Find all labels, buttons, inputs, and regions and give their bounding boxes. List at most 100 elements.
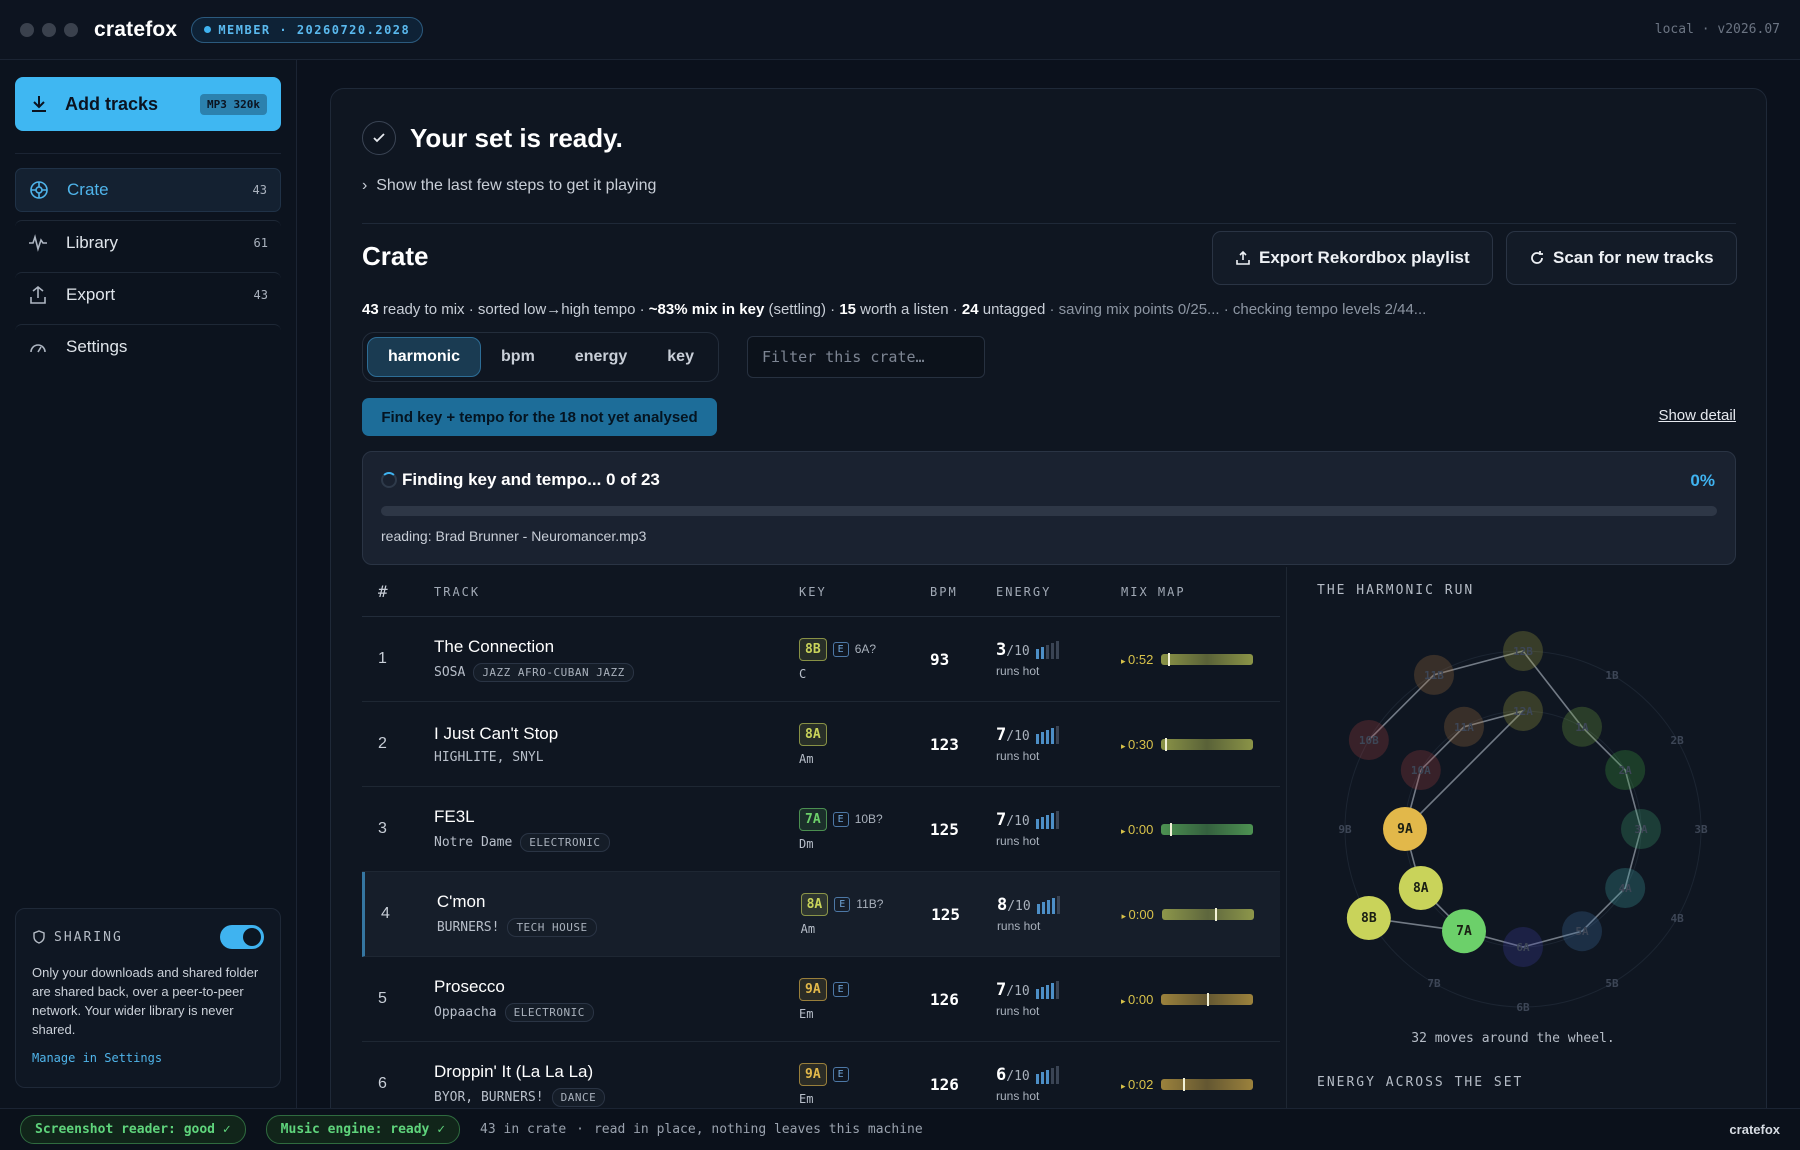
sharing-toggle[interactable] <box>220 925 264 949</box>
wheel-label: 5B <box>1605 977 1619 990</box>
mix-map-bar[interactable] <box>1161 907 1254 921</box>
energy-meter-bar <box>1045 815 1049 829</box>
track-artist-row: BYOR, BURNERS! DANCE <box>434 1087 799 1107</box>
sidebar-item-count: 43 <box>252 183 267 197</box>
key-cell: 8B E 6A? C <box>799 637 930 681</box>
tab-key[interactable]: key <box>647 337 714 377</box>
wheel-ring-inner <box>1404 710 1642 948</box>
mix-time: 0:00 <box>1128 821 1154 837</box>
steps-toggle[interactable]: › Show the last few steps to get it play… <box>362 177 656 195</box>
wheel-label: 8B <box>1361 911 1377 926</box>
sidebar-item-settings[interactable]: Settings <box>15 324 281 368</box>
close-window-button[interactable] <box>20 22 34 37</box>
app-brand: cratefox <box>94 17 178 41</box>
key-row: 8A E 11B? <box>800 892 932 916</box>
screenshot-reader-status[interactable]: Screenshot reader: good ✓ <box>20 1115 246 1144</box>
energy-note: runs hot <box>996 749 1040 763</box>
mix-map-bar[interactable] <box>1161 822 1254 836</box>
sidebar-item-library[interactable]: Library 61 <box>15 220 281 264</box>
track-cell: FE3L Notre Dame ELECTRONIC <box>434 807 799 852</box>
mix-time: 0:00 <box>1128 906 1154 922</box>
section-divider <box>362 223 1736 224</box>
mix-map-bar[interactable] <box>1161 652 1254 666</box>
find-key-tempo-button[interactable]: Find key + tempo for the 18 not yet anal… <box>362 398 717 436</box>
scan-tracks-button[interactable]: Scan for new tracks <box>1506 231 1737 285</box>
key-badge: 8A <box>800 892 829 916</box>
summary-text: worth a listen · <box>856 301 962 318</box>
track-artist-row: HIGHLITE, SNYL <box>434 750 799 765</box>
track-number: 3 <box>378 820 387 837</box>
track-artist-row: Notre Dame ELECTRONIC <box>434 832 799 852</box>
key-cell: 8A E 11B? Am <box>800 892 932 936</box>
mix-point: ▸ 0:30 <box>1121 737 1153 752</box>
wheel-label: 4A <box>1619 882 1633 895</box>
export-rekordbox-button[interactable]: Export Rekordbox playlist <box>1212 231 1493 285</box>
minimize-window-button[interactable] <box>42 22 56 37</box>
key-badge: 9A <box>799 977 827 1001</box>
member-badge-label: MEMBER · 20260720.2028 <box>218 22 411 37</box>
table-row[interactable]: 1 The Connection SOSA JAZZ AFRO-CUBAN JAZZ 8… <box>362 617 1280 702</box>
energy-note: runs hot <box>996 834 1040 848</box>
key-badge: 7A <box>799 807 827 831</box>
mix-map-bar[interactable] <box>1161 992 1254 1006</box>
energy-number: 8 <box>996 895 1008 915</box>
key-name: C <box>799 666 807 681</box>
track-cell: Droppin' It (La La La) BYOR, BURNERS! DANC… <box>434 1062 799 1107</box>
energy-meter-bar <box>1055 811 1059 829</box>
track-bpm: 123 <box>930 734 959 754</box>
mix-point: ▸ 0:00 <box>1121 992 1153 1007</box>
play-marker-icon: ▸ <box>1121 910 1129 921</box>
status-separator: · <box>576 1122 584 1137</box>
sort-tabs: harmonic bpm energy key <box>362 332 719 382</box>
show-detail-link[interactable]: Show detail <box>1658 407 1736 424</box>
ready-title: Your set is ready. <box>410 122 623 153</box>
track-cell: The Connection SOSA JAZZ AFRO-CUBAN JAZZ <box>434 637 799 682</box>
track-bpm: 125 <box>930 819 959 839</box>
target-icon <box>29 180 51 200</box>
col-key[interactable]: KEY <box>799 585 930 599</box>
table-row[interactable]: 3 FE3L Notre Dame ELECTRONIC 7A E 10B? Dm 125 7/1… <box>362 787 1280 872</box>
energy-note: runs hot <box>996 1089 1040 1103</box>
music-engine-status[interactable]: Music engine: ready ✓ <box>265 1115 461 1144</box>
tab-energy[interactable]: energy <box>555 337 647 377</box>
progress-title-row: Finding key and tempo... 0 of 23 <box>381 470 660 490</box>
manage-settings-link[interactable]: Manage in Settings <box>32 1051 264 1065</box>
mix-map-bar[interactable] <box>1161 737 1254 751</box>
mix-map-bar[interactable] <box>1161 1077 1254 1091</box>
maximize-window-button[interactable] <box>64 22 78 37</box>
wheel-label: 12A <box>1513 705 1533 718</box>
wheel-label: 6B <box>1516 1001 1530 1014</box>
key-cell: 8A Am <box>799 722 930 766</box>
crate-title: Crate <box>362 241 429 271</box>
table-row[interactable]: 2 I Just Can't Stop HIGHLITE, SNYL 8A Am 123 7… <box>362 702 1280 787</box>
tab-harmonic[interactable]: harmonic <box>367 337 482 377</box>
table-row[interactable]: 5 Prosecco Oppaacha ELECTRONIC 9A E Em 126 7/10 r… <box>362 957 1280 1042</box>
energy-meter-bar <box>1050 643 1054 659</box>
table-row[interactable]: 4 C'mon BURNERS! TECH HOUSE 8A E 11B? Am 125 8/10… <box>362 872 1280 957</box>
estimated-badge: E <box>832 981 849 997</box>
sidebar-divider <box>15 153 281 154</box>
wheel-label: 12B <box>1513 645 1533 658</box>
table-header: # TRACK KEY BPM ENERGY MIX MAP <box>362 567 1280 617</box>
add-tracks-button[interactable]: Add tracks MP3 320k <box>15 77 281 131</box>
energy-meter-bar <box>1040 647 1044 659</box>
sidebar-item-export[interactable]: Export 43 <box>15 272 281 316</box>
wheel-label: 1B <box>1605 669 1619 682</box>
track-title: FE3L <box>434 806 475 826</box>
filter-input[interactable]: Filter this crate… <box>747 336 985 378</box>
energy-number: 6 <box>996 1065 1007 1085</box>
progress-bar <box>381 506 1717 516</box>
sidebar-item-crate[interactable]: Crate 43 <box>15 168 281 212</box>
col-energy[interactable]: ENERGY <box>996 585 1121 599</box>
upload-icon <box>1235 250 1251 266</box>
wheel-label: 7B <box>1427 977 1441 990</box>
col-track[interactable]: TRACK <box>434 585 799 599</box>
col-bpm[interactable]: BPM <box>930 585 996 599</box>
wheel-label: 11B <box>1424 669 1444 682</box>
key-row: 8B E 6A? <box>799 637 930 661</box>
tab-bpm[interactable]: bpm <box>481 337 555 377</box>
wheel-label: 9A <box>1397 822 1413 837</box>
energy-row: 7/10 <box>996 810 1121 830</box>
track-number: 2 <box>378 735 387 752</box>
track-cell: C'mon BURNERS! TECH HOUSE <box>437 892 801 937</box>
